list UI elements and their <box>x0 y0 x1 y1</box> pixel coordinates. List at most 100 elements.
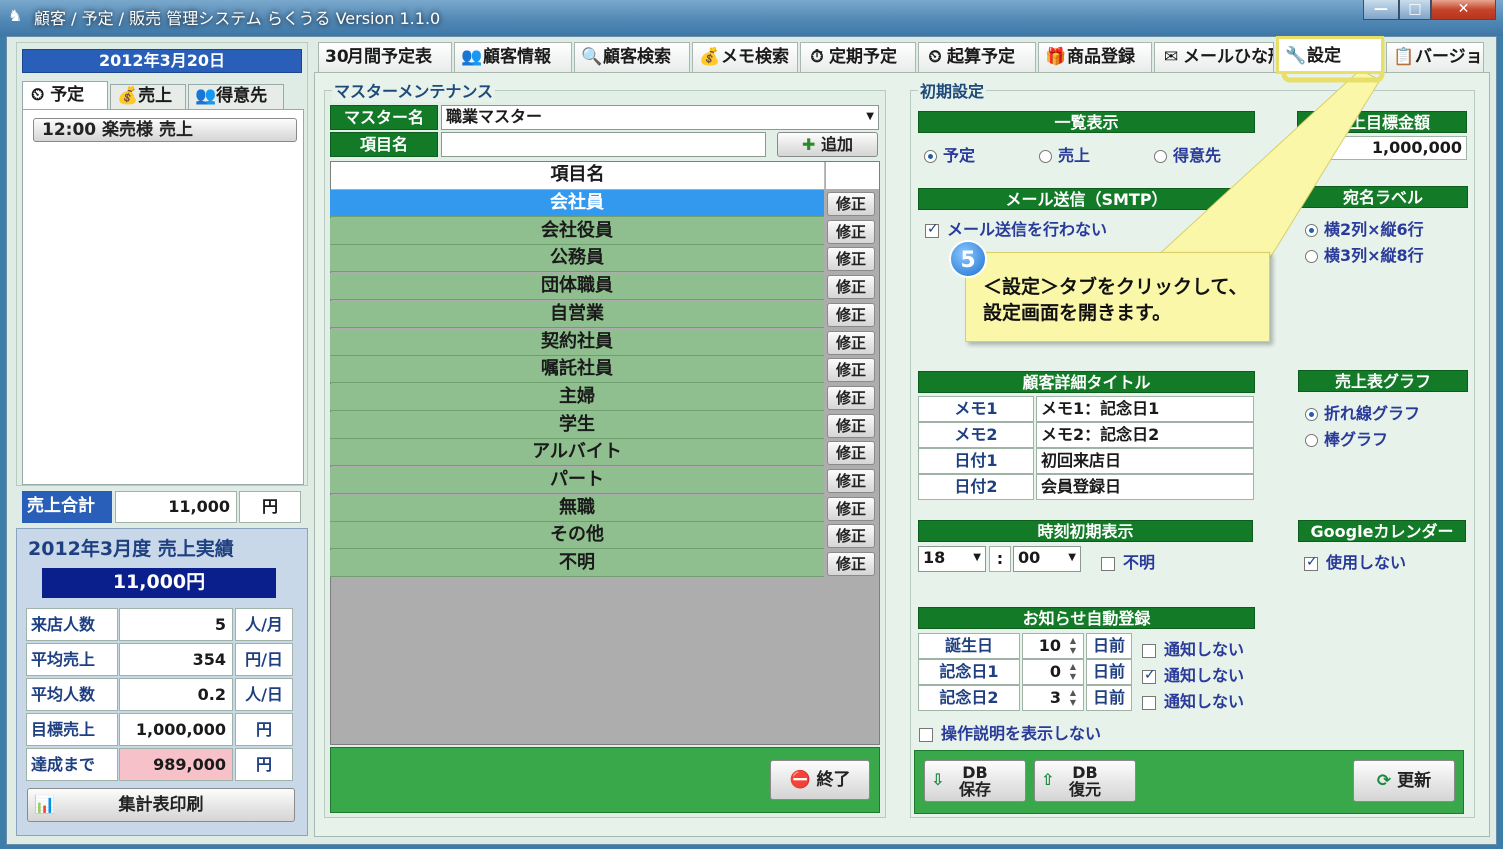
print-summary-button[interactable]: 📊 集計表印刷 <box>27 788 295 822</box>
tab-icon: 👥 <box>461 47 483 67</box>
end-button[interactable]: ⛔ 終了 <box>770 760 870 800</box>
table-row[interactable]: パート <box>330 467 824 494</box>
stepper-arrows-icon[interactable]: ▲ ▼ <box>1066 636 1080 656</box>
detail-title: 顧客詳細タイトル <box>918 371 1255 393</box>
edit-button[interactable]: 修正 <box>827 552 875 577</box>
table-row[interactable]: 契約社員 <box>330 328 824 356</box>
stat-label: 達成まで <box>26 748 118 781</box>
stat-unit: 円 <box>235 748 293 781</box>
minute-select[interactable]: 00 ▼ <box>1013 546 1081 572</box>
edit-button[interactable]: 修正 <box>827 385 875 410</box>
tab-0[interactable]: 30月間予定表 <box>318 42 452 72</box>
table-row[interactable]: 会社員 <box>330 190 824 217</box>
update-button[interactable]: ⟳ 更新 <box>1353 760 1455 802</box>
detail-value-input[interactable]: 会員登録日 <box>1036 474 1254 500</box>
schedule-item[interactable]: 12:00 楽売様 売上 <box>33 118 297 142</box>
google-disable-checkbox[interactable]: 使用しない <box>1304 549 1406 573</box>
table-row[interactable]: その他 <box>330 522 824 550</box>
table-row[interactable]: 自営業 <box>330 300 824 328</box>
edit-button[interactable]: 修正 <box>827 496 875 521</box>
edit-button[interactable]: 修正 <box>827 219 875 244</box>
stat-label: 来店人数 <box>26 608 118 641</box>
graph-option-bar[interactable]: 棒グラフ <box>1305 426 1388 450</box>
table-row[interactable]: 無職 <box>330 494 824 522</box>
notice-disable-checkbox[interactable]: 通知しない <box>1142 636 1244 660</box>
detail-value-input[interactable]: メモ1：記念日1 <box>1036 396 1254 422</box>
time-unknown-checkbox[interactable]: 不明 <box>1101 549 1155 573</box>
table-row[interactable]: 団体職員 <box>330 273 824 301</box>
left-tab-customers[interactable]: 👥得意先 <box>188 84 284 109</box>
notice-title: お知らせ自動登録 <box>918 607 1255 629</box>
stepper-arrows-icon[interactable]: ▲ ▼ <box>1066 688 1080 708</box>
clock-icon: ⏲ <box>31 85 51 105</box>
stat-value: 1,000,000 <box>119 713 233 746</box>
minimize-button[interactable]: — <box>1363 0 1399 20</box>
notice-disable-checkbox[interactable]: 通知しない <box>1142 662 1244 686</box>
plus-icon: ✚ <box>802 135 821 154</box>
stat-value: 354 <box>119 643 233 676</box>
dropdown-arrow-icon: ▼ <box>866 111 874 122</box>
master-name-select[interactable]: 職業マスター ▼ <box>441 105 879 130</box>
notice-key: 記念日2 <box>918 685 1020 711</box>
time-title: 時刻初期表示 <box>918 520 1253 542</box>
table-row[interactable]: アルバイト <box>330 439 824 467</box>
grid-header-blank <box>826 162 879 189</box>
tab-icon: 🔧 <box>1285 46 1307 66</box>
stat-unit: 人/日 <box>235 678 293 711</box>
table-row[interactable]: 嘱託社員 <box>330 356 824 384</box>
stop-icon: ⛔ <box>789 770 817 790</box>
schedule-list <box>22 109 304 485</box>
db-restore-button[interactable]: ⇧ DB 復元 <box>1034 760 1136 802</box>
master-section-title: マスターメンテナンス <box>332 78 496 102</box>
detail-key: 日付2 <box>918 474 1034 500</box>
hour-select[interactable]: 18 ▼ <box>918 546 986 572</box>
tab-2[interactable]: 🔍顧客検索 <box>574 42 690 72</box>
edit-button[interactable]: 修正 <box>827 275 875 300</box>
tab-4[interactable]: ⏱ 定期予定 <box>800 42 916 72</box>
graph-option-line[interactable]: 折れ線グラフ <box>1305 400 1420 424</box>
table-row[interactable]: 会社役員 <box>330 217 824 245</box>
item-name-label: 項目名 <box>330 132 438 157</box>
table-row[interactable]: 公務員 <box>330 245 824 273</box>
detail-value-input[interactable]: メモ2：記念日2 <box>1036 422 1254 448</box>
db-save-button[interactable]: ⇩ DB 保存 <box>924 760 1026 802</box>
close-button[interactable]: ✕ <box>1431 0 1496 20</box>
tab-3[interactable]: 💰メモ検索 <box>692 42 798 72</box>
tab-8[interactable]: 🔧設定 <box>1276 36 1384 74</box>
left-tab-schedule[interactable]: ⏲ 予定 <box>22 81 108 109</box>
table-row[interactable]: 主婦 <box>330 383 824 411</box>
people-icon: 👥 <box>195 86 217 106</box>
edit-button[interactable]: 修正 <box>827 441 875 466</box>
edit-button[interactable]: 修正 <box>827 524 875 549</box>
table-row[interactable]: 不明 <box>330 550 824 578</box>
left-tab-sales[interactable]: 💰売上 <box>110 84 186 109</box>
detail-key: メモ1 <box>918 396 1034 422</box>
tab-9[interactable]: 📋バージョン <box>1386 42 1484 72</box>
google-title: Googleカレンダー <box>1298 520 1466 542</box>
edit-button[interactable]: 修正 <box>827 192 875 216</box>
tab-icon: 💰 <box>699 47 721 67</box>
hide-help-checkbox[interactable]: 操作説明を表示しない <box>919 720 1101 744</box>
add-button[interactable]: ✚ 追加 <box>777 132 878 157</box>
maximize-button[interactable]: □ <box>1399 0 1431 20</box>
detail-value-input[interactable]: 初回来店日 <box>1036 448 1254 474</box>
table-row[interactable]: 学生 <box>330 411 824 439</box>
edit-button[interactable]: 修正 <box>827 302 875 327</box>
notice-disable-checkbox[interactable]: 通知しない <box>1142 688 1244 712</box>
dropdown-arrow-icon: ▼ <box>1068 552 1076 563</box>
db-restore-icon: ⇧ <box>1041 770 1055 789</box>
edit-button[interactable]: 修正 <box>827 247 875 272</box>
current-date: 2012年3月20日 <box>22 49 302 73</box>
refresh-icon: ⟳ <box>1376 771 1398 791</box>
edit-button[interactable]: 修正 <box>827 469 875 493</box>
stepper-arrows-icon[interactable]: ▲ ▼ <box>1066 662 1080 682</box>
item-name-input[interactable] <box>441 132 766 157</box>
edit-button[interactable]: 修正 <box>827 330 875 355</box>
sales-total-value: 11,000 <box>115 491 237 523</box>
edit-button[interactable]: 修正 <box>827 413 875 438</box>
money-bag-icon: 💰 <box>117 86 139 106</box>
tab-1[interactable]: 👥顧客情報 <box>454 42 572 72</box>
edit-button[interactable]: 修正 <box>827 358 875 383</box>
stat-value: 0.2 <box>119 678 233 711</box>
stat-unit: 円/日 <box>235 643 293 676</box>
